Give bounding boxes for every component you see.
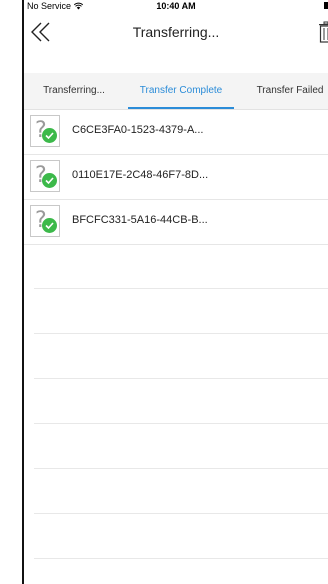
- transfer-tab-bar: Transferring... Transfer Complete Transf…: [24, 73, 328, 110]
- file-list: ? C6CE3FA0-1523-4379-A... ? 0110E17E-2C4…: [24, 110, 328, 245]
- trash-icon: [319, 21, 328, 43]
- status-time: 10:40 AM: [156, 1, 196, 11]
- tab-transferring[interactable]: Transferring...: [24, 73, 124, 109]
- page-title: Transferring...: [132, 24, 220, 40]
- check-icon: [42, 218, 57, 233]
- empty-row-divider: [34, 333, 328, 334]
- check-icon: [42, 173, 57, 188]
- navigation-bar: Transferring...: [24, 12, 328, 56]
- tab-transfer-failed[interactable]: Transfer Failed: [240, 73, 328, 109]
- file-row[interactable]: ? C6CE3FA0-1523-4379-A...: [24, 110, 328, 155]
- file-name: 0110E17E-2C48-46F7-8D...: [72, 169, 209, 181]
- file-row[interactable]: ? BFCFC331-5A16-44CB-B...: [24, 200, 328, 245]
- check-icon: [42, 128, 57, 143]
- battery-icon: [324, 2, 328, 9]
- active-tab-indicator: [128, 107, 234, 109]
- empty-row-divider: [34, 423, 328, 424]
- empty-row-divider: [34, 468, 328, 469]
- empty-row-divider: [34, 288, 328, 289]
- delete-button[interactable]: [318, 21, 328, 43]
- tab-transfer-complete[interactable]: Transfer Complete: [128, 73, 234, 109]
- content-area: No Service 10:40 AM Transferring... Tran…: [24, 0, 328, 584]
- app-screen: No Service 10:40 AM Transferring... Tran…: [0, 0, 328, 584]
- file-row[interactable]: ? 0110E17E-2C48-46F7-8D...: [24, 155, 328, 200]
- file-name: BFCFC331-5A16-44CB-B...: [72, 214, 208, 226]
- empty-row-divider: [34, 378, 328, 379]
- status-bar: No Service 10:40 AM: [24, 0, 328, 12]
- empty-row-divider: [34, 513, 328, 514]
- empty-row-divider: [34, 558, 328, 559]
- file-name: C6CE3FA0-1523-4379-A...: [72, 124, 204, 136]
